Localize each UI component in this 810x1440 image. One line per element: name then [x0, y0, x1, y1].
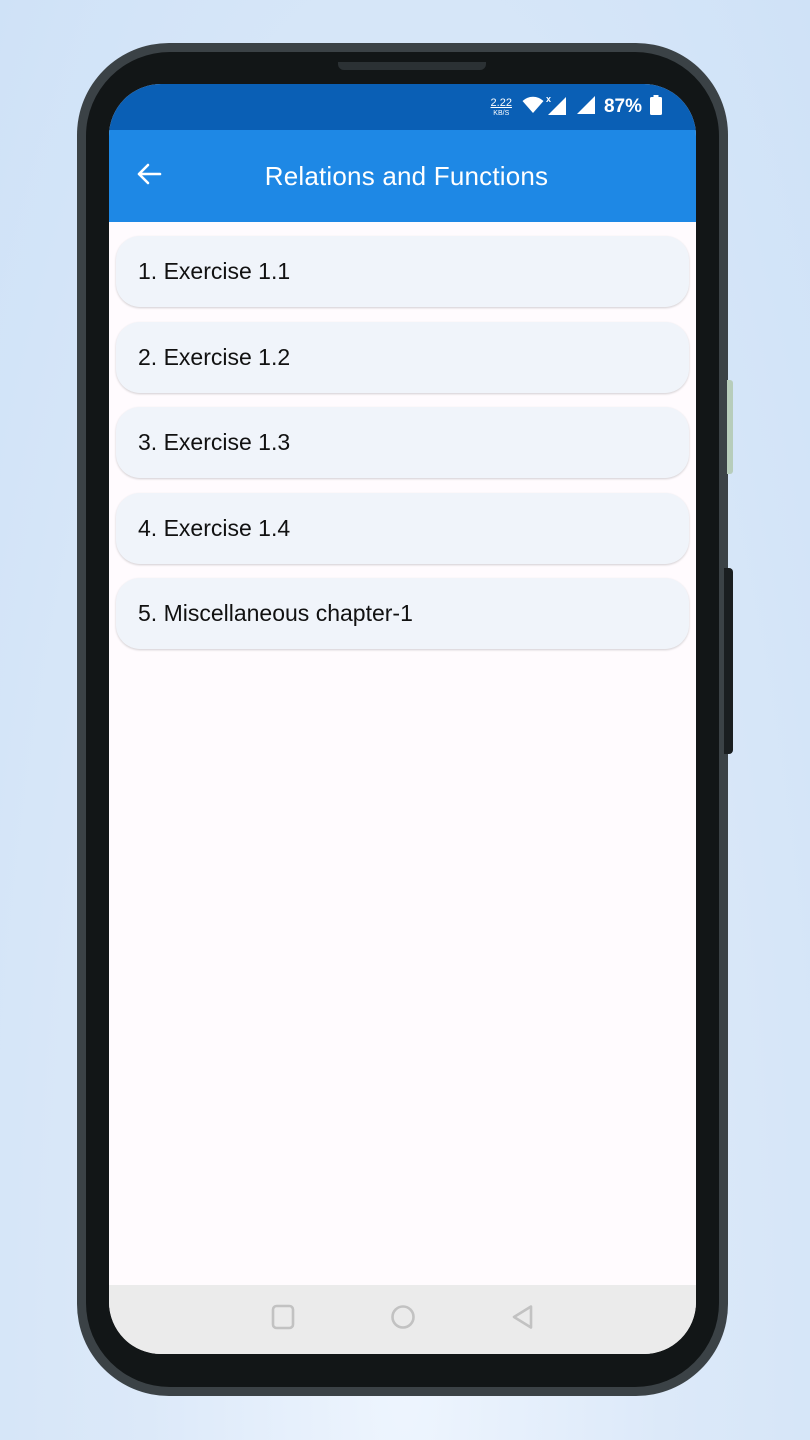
wifi-icon [522, 96, 544, 119]
earpiece-speaker [338, 62, 486, 70]
home-icon [390, 1304, 416, 1335]
battery-icon [650, 94, 662, 120]
list-item-label: 2. Exercise 1.2 [138, 343, 291, 370]
nav-back-button[interactable] [508, 1305, 538, 1335]
recents-icon [271, 1304, 295, 1335]
recents-button[interactable] [268, 1304, 298, 1335]
list-item-exercise-1-4[interactable]: 4. Exercise 1.4 [116, 492, 689, 564]
list-item-miscellaneous[interactable]: 5. Miscellaneous chapter-1 [116, 578, 689, 649]
app-bar: Relations and Functions [109, 130, 696, 222]
list-item-label: 4. Exercise 1.4 [138, 514, 291, 541]
back-icon [511, 1304, 535, 1335]
list-item-exercise-1-3[interactable]: 3. Exercise 1.3 [116, 407, 689, 478]
list-item-label: 3. Exercise 1.3 [138, 429, 291, 455]
svg-text:x: x [546, 94, 551, 104]
volume-button [727, 380, 733, 474]
network-speed-unit: KB/S [493, 109, 510, 117]
power-button [724, 568, 733, 754]
page-title: Relations and Functions [264, 160, 549, 191]
phone-screen: 2.22 KB/S x 87% Relations and Functions [109, 84, 696, 1354]
system-nav-bar [109, 1285, 696, 1354]
home-button[interactable] [388, 1305, 418, 1335]
list-item-exercise-1-1[interactable]: 1. Exercise 1.1 [116, 236, 689, 307]
exercise-list: 1. Exercise 1.1 2. Exercise 1.2 3. Exerc… [109, 222, 696, 649]
battery-percent: 87% [603, 96, 642, 117]
network-speed-value: 2.22 [490, 96, 512, 109]
list-item-label: 5. Miscellaneous chapter-1 [138, 600, 413, 626]
status-bar: 2.22 KB/S x 87% [109, 84, 696, 130]
cell-signal-no-data-icon: x [546, 94, 568, 121]
cell-signal-icon [576, 95, 596, 120]
list-item-label: 1. Exercise 1.1 [138, 258, 291, 284]
list-item-exercise-1-2[interactable]: 2. Exercise 1.2 [116, 321, 689, 393]
arrow-left-icon [136, 162, 162, 191]
back-button[interactable] [133, 160, 165, 192]
network-speed: 2.22 KB/S [490, 96, 512, 117]
